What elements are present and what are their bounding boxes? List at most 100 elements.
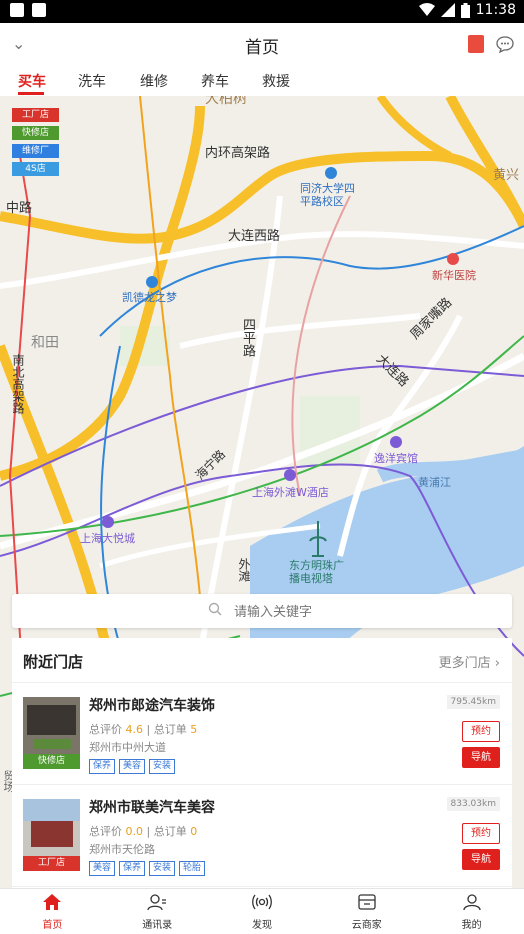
map-label: 四平路 [240,318,255,357]
home-icon [43,894,62,910]
book-button[interactable]: 预约 [462,721,500,742]
service-tag: 美容 [119,759,146,774]
legend-quick-repair[interactable]: 快修店 [12,126,59,140]
nav-profile[interactable]: 我的 [419,889,524,934]
chevron-right-icon: › [494,656,500,671]
rating-value: 4.6 [125,723,144,736]
hotel-marker-icon-2[interactable] [284,469,296,481]
legend-repair-shop[interactable]: 维修厂 [12,144,59,158]
orders-label: 总订单 [153,723,187,736]
map-label: 黄兴 [493,168,520,183]
service-tag: 保养 [119,861,146,876]
nearby-stores-panel: 附近门店 更多门店 › 快修店 郑州市郎途汽车装饰 总评价 4.6 | 总订单 … [12,638,512,888]
nav-label: 通讯录 [142,920,173,931]
legend-4s-store[interactable]: 4S店 [12,162,59,176]
rating-value: 0.0 [125,825,144,838]
store-address: 郑州市天伦路 [89,843,155,856]
user-icon [462,894,481,911]
tab-repair[interactable]: 维修 [140,71,168,91]
service-tags: 美容 保养 安装 轮胎 [89,861,206,876]
contacts-icon [147,894,167,911]
store-name: 郑州市联美汽车美容 [89,800,215,816]
tab-buy-car[interactable]: 买车 [18,71,46,91]
store-item[interactable]: 快修店 郑州市郎途汽车装饰 总评价 4.6 | 总订单 5 郑州市中州大道 保养… [12,683,512,785]
rating-label: 总评价 [89,723,122,736]
book-button[interactable]: 预约 [462,823,500,844]
service-tag: 安装 [149,759,176,774]
message-icon[interactable] [496,35,514,53]
service-tag: 安装 [149,861,176,876]
mall-marker-icon-2[interactable] [102,516,114,528]
tab-rescue[interactable]: 救援 [262,71,290,91]
map-label: 上海外滩W酒店 [252,486,329,499]
service-tags: 保养 美容 安装 [89,759,176,774]
status-bar: 11:38 [0,0,524,23]
signal-icon [440,3,455,17]
navigate-button[interactable]: 导航 [462,747,500,768]
category-tabs: 买车 洗车 维修 养车 救援 [0,67,524,97]
battery-icon [460,2,470,18]
store-type-badge: 快修店 [23,754,80,769]
mall-marker-icon[interactable] [146,276,158,288]
map-label: 中路 [6,201,33,216]
orders-value: 5 [190,723,198,736]
map-label: 上海大悦城 [80,532,135,545]
map-label: 东方明珠广 播电视塔 [289,559,344,585]
store-distance: 795.45km [446,695,500,709]
store-address: 郑州市中州大道 [89,741,166,754]
image-notification-icon [10,3,24,17]
status-time: 11:38 [475,2,516,18]
map-label: 凯德龙之梦 [122,291,177,304]
tab-car-wash[interactable]: 洗车 [78,71,106,91]
map-label: 新华医院 [432,269,476,282]
school-marker-icon[interactable] [325,167,337,179]
nav-merchants[interactable]: 云商家 [314,889,419,934]
title-bar: ⌄ 首页 [0,23,524,67]
map-label: 逸洋宾馆 [374,452,418,465]
search-input[interactable] [232,600,436,624]
more-stores-label: 更多门店 [438,656,491,671]
wifi-icon [418,3,435,16]
tab-maintenance[interactable]: 养车 [201,71,229,91]
map-label: 大连西路 [228,229,281,244]
nav-home[interactable]: 首页 [0,889,105,934]
store-name: 郑州市郎途汽车装饰 [89,698,215,714]
gift-icon[interactable] [468,35,484,53]
store-type-badge: 工厂店 [23,856,80,871]
broadcast-icon [252,894,272,910]
navigate-button[interactable]: 导航 [462,849,500,870]
hospital-marker-icon[interactable] [447,253,459,265]
map-label: 外滩 [237,558,251,582]
panel-title: 附近门店 [23,653,84,671]
service-tag: 轮胎 [179,861,206,876]
service-tag: 保养 [89,759,116,774]
orders-value: 0 [190,825,198,838]
search-icon [208,602,222,616]
store-photo: 工厂店 [23,799,80,871]
more-stores-link[interactable]: 更多门店 › [439,652,500,671]
page-title: 首页 [245,38,279,58]
rating-label: 总评价 [89,825,122,838]
nav-contacts[interactable]: 通讯录 [105,889,210,934]
store-item[interactable]: 工厂店 郑州市联美汽车美容 总评价 0.0 | 总订单 0 郑州市天伦路 美容 … [12,785,512,887]
service-tag: 美容 [89,861,116,876]
nav-discover[interactable]: 发现 [210,889,315,934]
store-rating-row: 总评价 4.6 | 总订单 5 [89,723,198,736]
store-type-legend: 工厂店 快修店 维修厂 4S店 [12,108,59,176]
search-bar [12,594,512,628]
map-label: 南北高架路 [11,354,25,414]
map-label: 黄浦江 [418,476,451,489]
hotel-marker-icon[interactable] [390,436,402,448]
store-rating-row: 总评价 0.0 | 总订单 0 [89,825,198,838]
tab-indicator [18,92,44,95]
map-label: 同济大学四 平路校区 [300,182,355,208]
app-notification-icon [32,3,46,17]
nav-label: 发现 [251,920,272,931]
panel-header: 附近门店 更多门店 › [12,638,512,683]
store-distance: 833.03km [446,797,500,811]
nav-label: 我的 [461,920,482,931]
nav-label: 首页 [42,920,63,931]
map-label: 大柏树 [205,96,247,107]
legend-factory-store[interactable]: 工厂店 [12,108,59,122]
map-label: 内环高架路 [205,146,271,161]
